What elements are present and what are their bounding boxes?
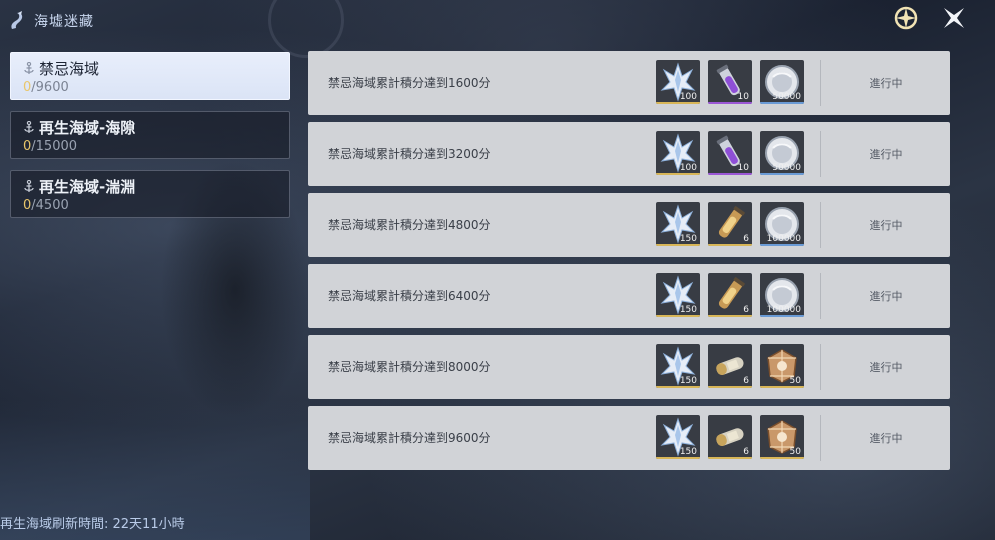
rarity-bar — [656, 457, 700, 459]
rarity-bar — [708, 102, 752, 104]
rarity-bar — [760, 386, 804, 388]
sidebar-item-progress: 0/4500 — [23, 198, 69, 213]
reward-count: 6 — [743, 305, 749, 315]
reward-count: 150 — [679, 305, 697, 315]
sea-serpent-icon — [11, 11, 23, 30]
reward-slot[interactable]: 6 — [708, 202, 752, 246]
task-status: 進行中 — [869, 77, 903, 90]
reward-count: 6 — [743, 234, 749, 244]
reward-count: 100000 — [766, 305, 801, 315]
sidebar-item-regen-sea-abyss[interactable]: 再生海域-湍淵 0/4500 — [10, 170, 290, 218]
reward-slot[interactable]: 6 — [708, 415, 752, 459]
task-row: 禁忌海域累計積分達到6400分 150 6 100000 進行中 — [308, 264, 950, 328]
reward-slot[interactable]: 6 — [708, 344, 752, 388]
task-status: 進行中 — [869, 432, 903, 445]
sidebar-item-progress: 0/9600 — [23, 80, 69, 95]
reward-slot[interactable]: 50 — [760, 415, 804, 459]
divider — [820, 273, 821, 319]
task-row: 禁忌海域累計積分達到1600分 100 10 50000 進行中 — [308, 51, 950, 115]
anchor-icon — [24, 61, 34, 74]
task-label: 禁忌海域累計積分達到4800分 — [328, 218, 491, 232]
divider — [820, 60, 821, 106]
sidebar-item-progress: 0/15000 — [23, 139, 78, 154]
rarity-bar — [656, 315, 700, 317]
reward-count: 50 — [789, 447, 801, 457]
task-row: 禁忌海域累計積分達到8000分 150 6 50 進行中 — [308, 335, 950, 399]
sidebar-item-forbidden-sea[interactable]: 禁忌海域 0/9600 — [10, 52, 290, 100]
rarity-bar — [656, 102, 700, 104]
reward-slot[interactable]: 100 — [656, 60, 700, 104]
reward-slot[interactable]: 100 — [656, 131, 700, 175]
compass-icon — [894, 6, 918, 30]
sidebar-item-label: 禁忌海域 — [39, 59, 100, 78]
divider — [820, 131, 821, 177]
reward-slot[interactable]: 10 — [708, 60, 752, 104]
reward-slot[interactable]: 100000 — [760, 273, 804, 317]
rarity-bar — [708, 457, 752, 459]
compass-button[interactable] — [893, 5, 919, 31]
reward-slot[interactable]: 50000 — [760, 60, 804, 104]
reward-count: 50000 — [772, 163, 801, 173]
task-status: 進行中 — [869, 148, 903, 161]
reward-count: 100 — [679, 163, 697, 173]
rarity-bar — [760, 244, 804, 246]
task-label: 禁忌海域累計積分達到1600分 — [328, 76, 491, 90]
reward-count: 6 — [743, 376, 749, 386]
reward-count: 10 — [737, 163, 749, 173]
reward-count: 50 — [789, 376, 801, 386]
task-status: 進行中 — [869, 361, 903, 374]
reward-count: 150 — [679, 376, 697, 386]
reward-slot[interactable]: 50000 — [760, 131, 804, 175]
task-status: 進行中 — [869, 290, 903, 303]
header: 海墟迷藏 — [8, 8, 94, 34]
task-status: 進行中 — [869, 219, 903, 232]
task-label: 禁忌海域累計積分達到3200分 — [328, 147, 491, 161]
rarity-bar — [708, 244, 752, 246]
reward-slot[interactable]: 10 — [708, 131, 752, 175]
task-row: 禁忌海域累計積分達到4800分 150 6 100000 進行中 — [308, 193, 950, 257]
rarity-bar — [708, 173, 752, 175]
rarity-bar — [656, 173, 700, 175]
divider — [820, 344, 821, 390]
rarity-bar — [656, 386, 700, 388]
reward-count: 100 — [679, 92, 697, 102]
reward-count: 150 — [679, 234, 697, 244]
refresh-time-text: 再生海域刷新時間: 22天11小時 — [0, 517, 185, 532]
close-icon — [944, 8, 964, 28]
sidebar-item-regen-sea-rift[interactable]: 再生海域-海隙 0/15000 — [10, 111, 290, 159]
anchor-icon — [24, 120, 34, 133]
reward-count: 100000 — [766, 234, 801, 244]
page-title: 海墟迷藏 — [34, 14, 94, 30]
reward-count: 6 — [743, 447, 749, 457]
reward-slot[interactable]: 150 — [656, 273, 700, 317]
rarity-bar — [760, 173, 804, 175]
reward-slot[interactable]: 150 — [656, 344, 700, 388]
reward-count: 50000 — [772, 92, 801, 102]
reward-count: 10 — [737, 92, 749, 102]
rarity-bar — [708, 315, 752, 317]
task-label: 禁忌海域累計積分達到6400分 — [328, 289, 491, 303]
rarity-bar — [760, 315, 804, 317]
sidebar-item-label: 再生海域-湍淵 — [39, 177, 136, 196]
task-label: 禁忌海域累計積分達到9600分 — [328, 431, 491, 445]
rarity-bar — [760, 457, 804, 459]
task-row: 禁忌海域累計積分達到3200分 100 10 50000 進行中 — [308, 122, 950, 186]
reward-slot[interactable]: 100000 — [760, 202, 804, 246]
task-row: 禁忌海域累計積分達到9600分 150 6 50 進行中 — [308, 406, 950, 470]
anchor-icon — [24, 179, 34, 192]
rarity-bar — [760, 102, 804, 104]
reward-count: 150 — [679, 447, 697, 457]
task-label: 禁忌海域累計積分達到8000分 — [328, 360, 491, 374]
divider — [820, 415, 821, 461]
reward-slot[interactable]: 150 — [656, 202, 700, 246]
reward-slot[interactable]: 150 — [656, 415, 700, 459]
reward-slot[interactable]: 6 — [708, 273, 752, 317]
rarity-bar — [656, 244, 700, 246]
close-button[interactable] — [941, 5, 967, 31]
sidebar-item-label: 再生海域-海隙 — [39, 118, 136, 137]
divider — [820, 202, 821, 248]
reward-slot[interactable]: 50 — [760, 344, 804, 388]
rarity-bar — [708, 386, 752, 388]
